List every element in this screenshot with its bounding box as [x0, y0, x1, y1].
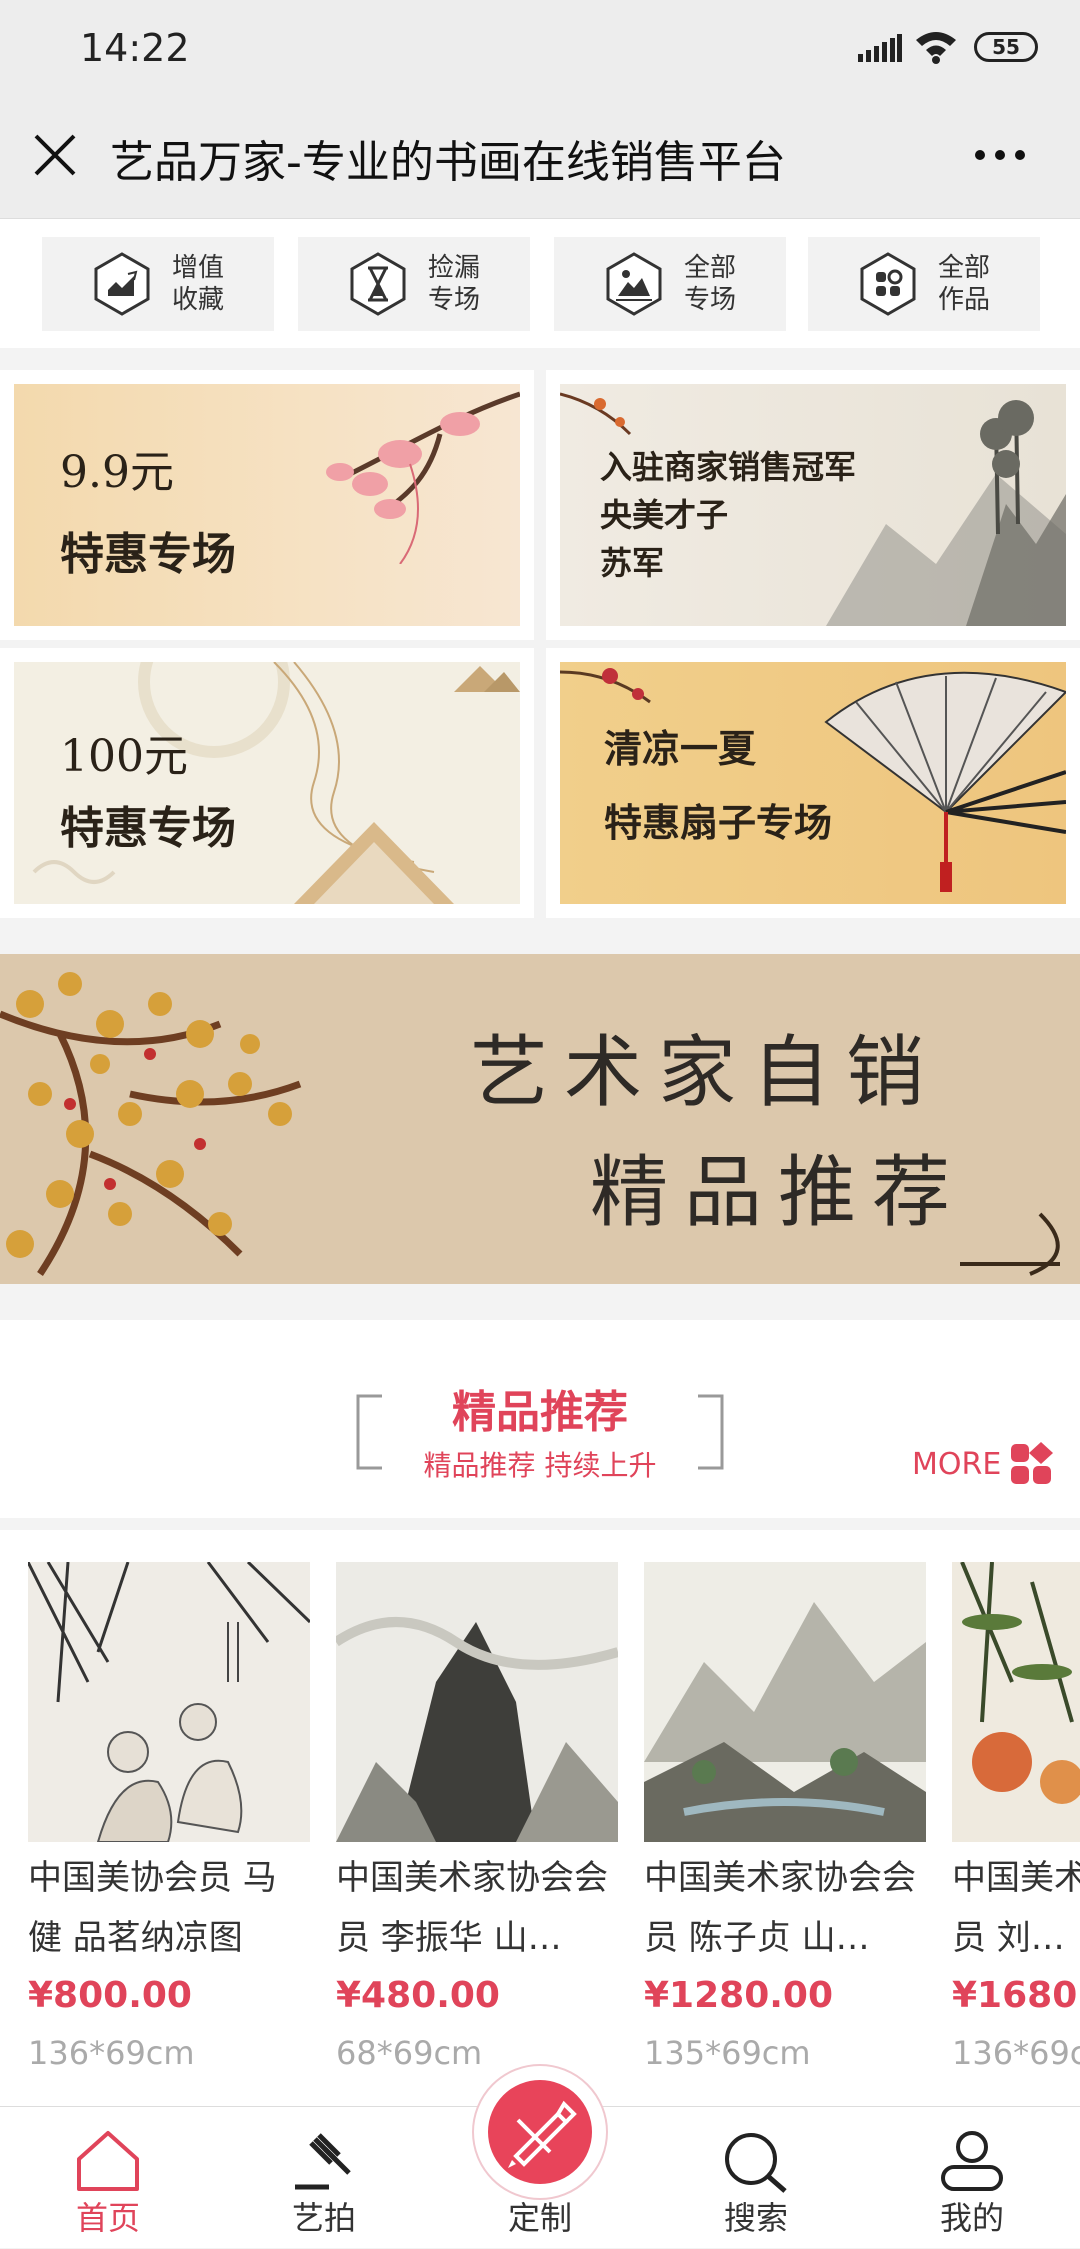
- promo-image: 清凉一夏 特惠扇子专场: [560, 662, 1066, 904]
- product-list: 中国美协会员 马健 品茗纳凉图 ¥800.00 136*69cm 中国美术家协会…: [0, 1530, 1080, 2106]
- signal-icon: [858, 34, 902, 62]
- promo-grid: 9.9元 特惠专场 入驻商家销售冠军 央美才子 苏军 100元 特惠专场 清凉一…: [0, 360, 1080, 918]
- promo-card-champion[interactable]: 入驻商家销售冠军 央美才子 苏军: [546, 370, 1080, 640]
- tab-label: 搜索: [723, 2199, 788, 2237]
- product-name: 中国美术家协会会员 刘…: [952, 1858, 1080, 1958]
- tab-search[interactable]: 搜索: [648, 2107, 864, 2249]
- landscape-painting-decor: [826, 400, 1066, 626]
- blossom-decor: [560, 392, 632, 436]
- quick-nav-bargain[interactable]: 捡漏 专场: [298, 237, 530, 331]
- product-card[interactable]: 中国美术家协会会员 陈子贞 山… ¥1280.00 135*69cm: [644, 1562, 926, 2082]
- quick-nav: 增值 收藏 捡漏 专场 全部 专场 全部 作品: [0, 218, 1080, 348]
- red-blossom-decor: [560, 668, 651, 704]
- tab-profile[interactable]: 我的: [864, 2107, 1080, 2249]
- tab-label: 艺拍: [291, 2199, 356, 2237]
- magnolia-branch-decor: [326, 391, 520, 564]
- product-image: [952, 1562, 1080, 1842]
- promo-line2: 央美才子: [600, 496, 729, 534]
- gavel-icon: [295, 2133, 351, 2190]
- promo-image: 100元 特惠专场: [14, 662, 520, 904]
- product-image: [644, 1562, 926, 1842]
- promo-line1: 100元: [60, 731, 188, 782]
- close-icon[interactable]: [30, 130, 80, 180]
- tab-home[interactable]: 首页: [0, 2107, 216, 2249]
- banner-line1: 艺术家自销: [470, 1028, 941, 1118]
- promo-line2: 特惠专场: [60, 803, 236, 854]
- battery-indicator: 55: [974, 32, 1038, 62]
- promo-card-9-9[interactable]: 9.9元 特惠专场: [0, 370, 534, 640]
- status-bar: 14:22 55: [0, 0, 1080, 100]
- nav-bar: 艺品万家-专业的书画在线销售平台: [0, 100, 1080, 218]
- quick-nav-all-works[interactable]: 全部 作品: [808, 237, 1040, 331]
- banner-line2: 精品推荐: [590, 1148, 967, 1238]
- more-link[interactable]: MORE: [912, 1442, 1054, 1486]
- promo-card-100[interactable]: 100元 特惠专场: [0, 648, 534, 918]
- product-card[interactable]: 中国美术家协会会员 刘… ¥1680.00 136*69cm: [952, 1562, 1080, 2082]
- promo-line2: 特惠专场: [60, 529, 236, 580]
- promo-line1: 清凉一夏: [604, 726, 757, 771]
- product-card[interactable]: 中国美协会员 马健 品茗纳凉图 ¥800.00 136*69cm: [28, 1562, 310, 2082]
- product-price: ¥1280.00: [644, 1975, 834, 2016]
- page-title: 艺品万家-专业的书画在线销售平台: [110, 137, 786, 188]
- promo-line2: 特惠扇子专场: [604, 800, 833, 845]
- product-image: [28, 1562, 310, 1842]
- quick-nav-all-sessions[interactable]: 全部 专场: [554, 237, 786, 331]
- home-icon: [77, 2131, 139, 2191]
- product-image: [336, 1562, 618, 1842]
- product-card[interactable]: 中国美术家协会会员 李振华 山… ¥480.00 68*69cm: [336, 1562, 618, 2082]
- fab-inner: [488, 2080, 592, 2184]
- more-label: MORE: [912, 1446, 1002, 1482]
- grid-icon: [1011, 1442, 1054, 1484]
- product-name: 中国美术家协会会员 李振华 山…: [336, 1858, 608, 1958]
- section-header: 精品推荐 精品推荐 持续上升 MORE: [0, 1320, 1080, 1518]
- section-title: 精品推荐: [452, 1387, 628, 1438]
- promo-line3: 苏军: [600, 544, 665, 582]
- product-price: ¥800.00: [28, 1975, 192, 2016]
- brush-icon: [508, 2100, 577, 2168]
- tab-label: 我的: [939, 2199, 1004, 2237]
- user-icon: [941, 2131, 1003, 2191]
- tab-label: 首页: [75, 2199, 140, 2237]
- folding-fan-decor: [824, 671, 1066, 892]
- promo-image: 9.9元 特惠专场: [14, 384, 520, 626]
- wifi-icon: [916, 32, 956, 64]
- search-icon: [725, 2133, 787, 2193]
- promo-line1: 9.9元: [60, 447, 174, 498]
- product-name: 中国美协会员 马健 品茗纳凉图: [28, 1858, 277, 1958]
- quick-nav-label: 增值 收藏: [172, 253, 225, 315]
- battery-level: 55: [992, 35, 1020, 59]
- product-size: 135*69cm: [644, 2034, 811, 2072]
- promo-line1: 入驻商家销售冠军: [600, 448, 857, 486]
- chart-up-icon: [94, 252, 150, 316]
- landscape-icon: [606, 252, 662, 316]
- artist-banner[interactable]: 艺术家自销 精品推荐: [0, 954, 1080, 1284]
- product-size: 136*69cm: [28, 2034, 195, 2072]
- custom-fab-button[interactable]: [472, 2064, 608, 2200]
- quick-nav-label: 捡漏 专场: [428, 253, 481, 315]
- product-size: 136*69cm: [952, 2034, 1080, 2072]
- quick-nav-label: 全部 专场: [684, 253, 737, 315]
- hourglass-icon: [350, 252, 406, 316]
- quick-nav-appreciation[interactable]: 增值 收藏: [42, 237, 274, 331]
- grid-icon: [860, 252, 916, 316]
- tab-auction[interactable]: 艺拍: [216, 2107, 432, 2249]
- promo-image: 入驻商家销售冠军 央美才子 苏军: [560, 384, 1066, 626]
- product-name: 中国美术家协会会员 陈子贞 山…: [644, 1858, 916, 1958]
- status-time: 14:22: [80, 26, 190, 70]
- promo-card-fan[interactable]: 清凉一夏 特惠扇子专场: [546, 648, 1080, 918]
- product-price: ¥480.00: [336, 1975, 500, 2016]
- product-price: ¥1680.00: [952, 1975, 1080, 2016]
- more-menu-icon[interactable]: [970, 140, 1030, 170]
- quick-nav-label: 全部 作品: [938, 253, 991, 315]
